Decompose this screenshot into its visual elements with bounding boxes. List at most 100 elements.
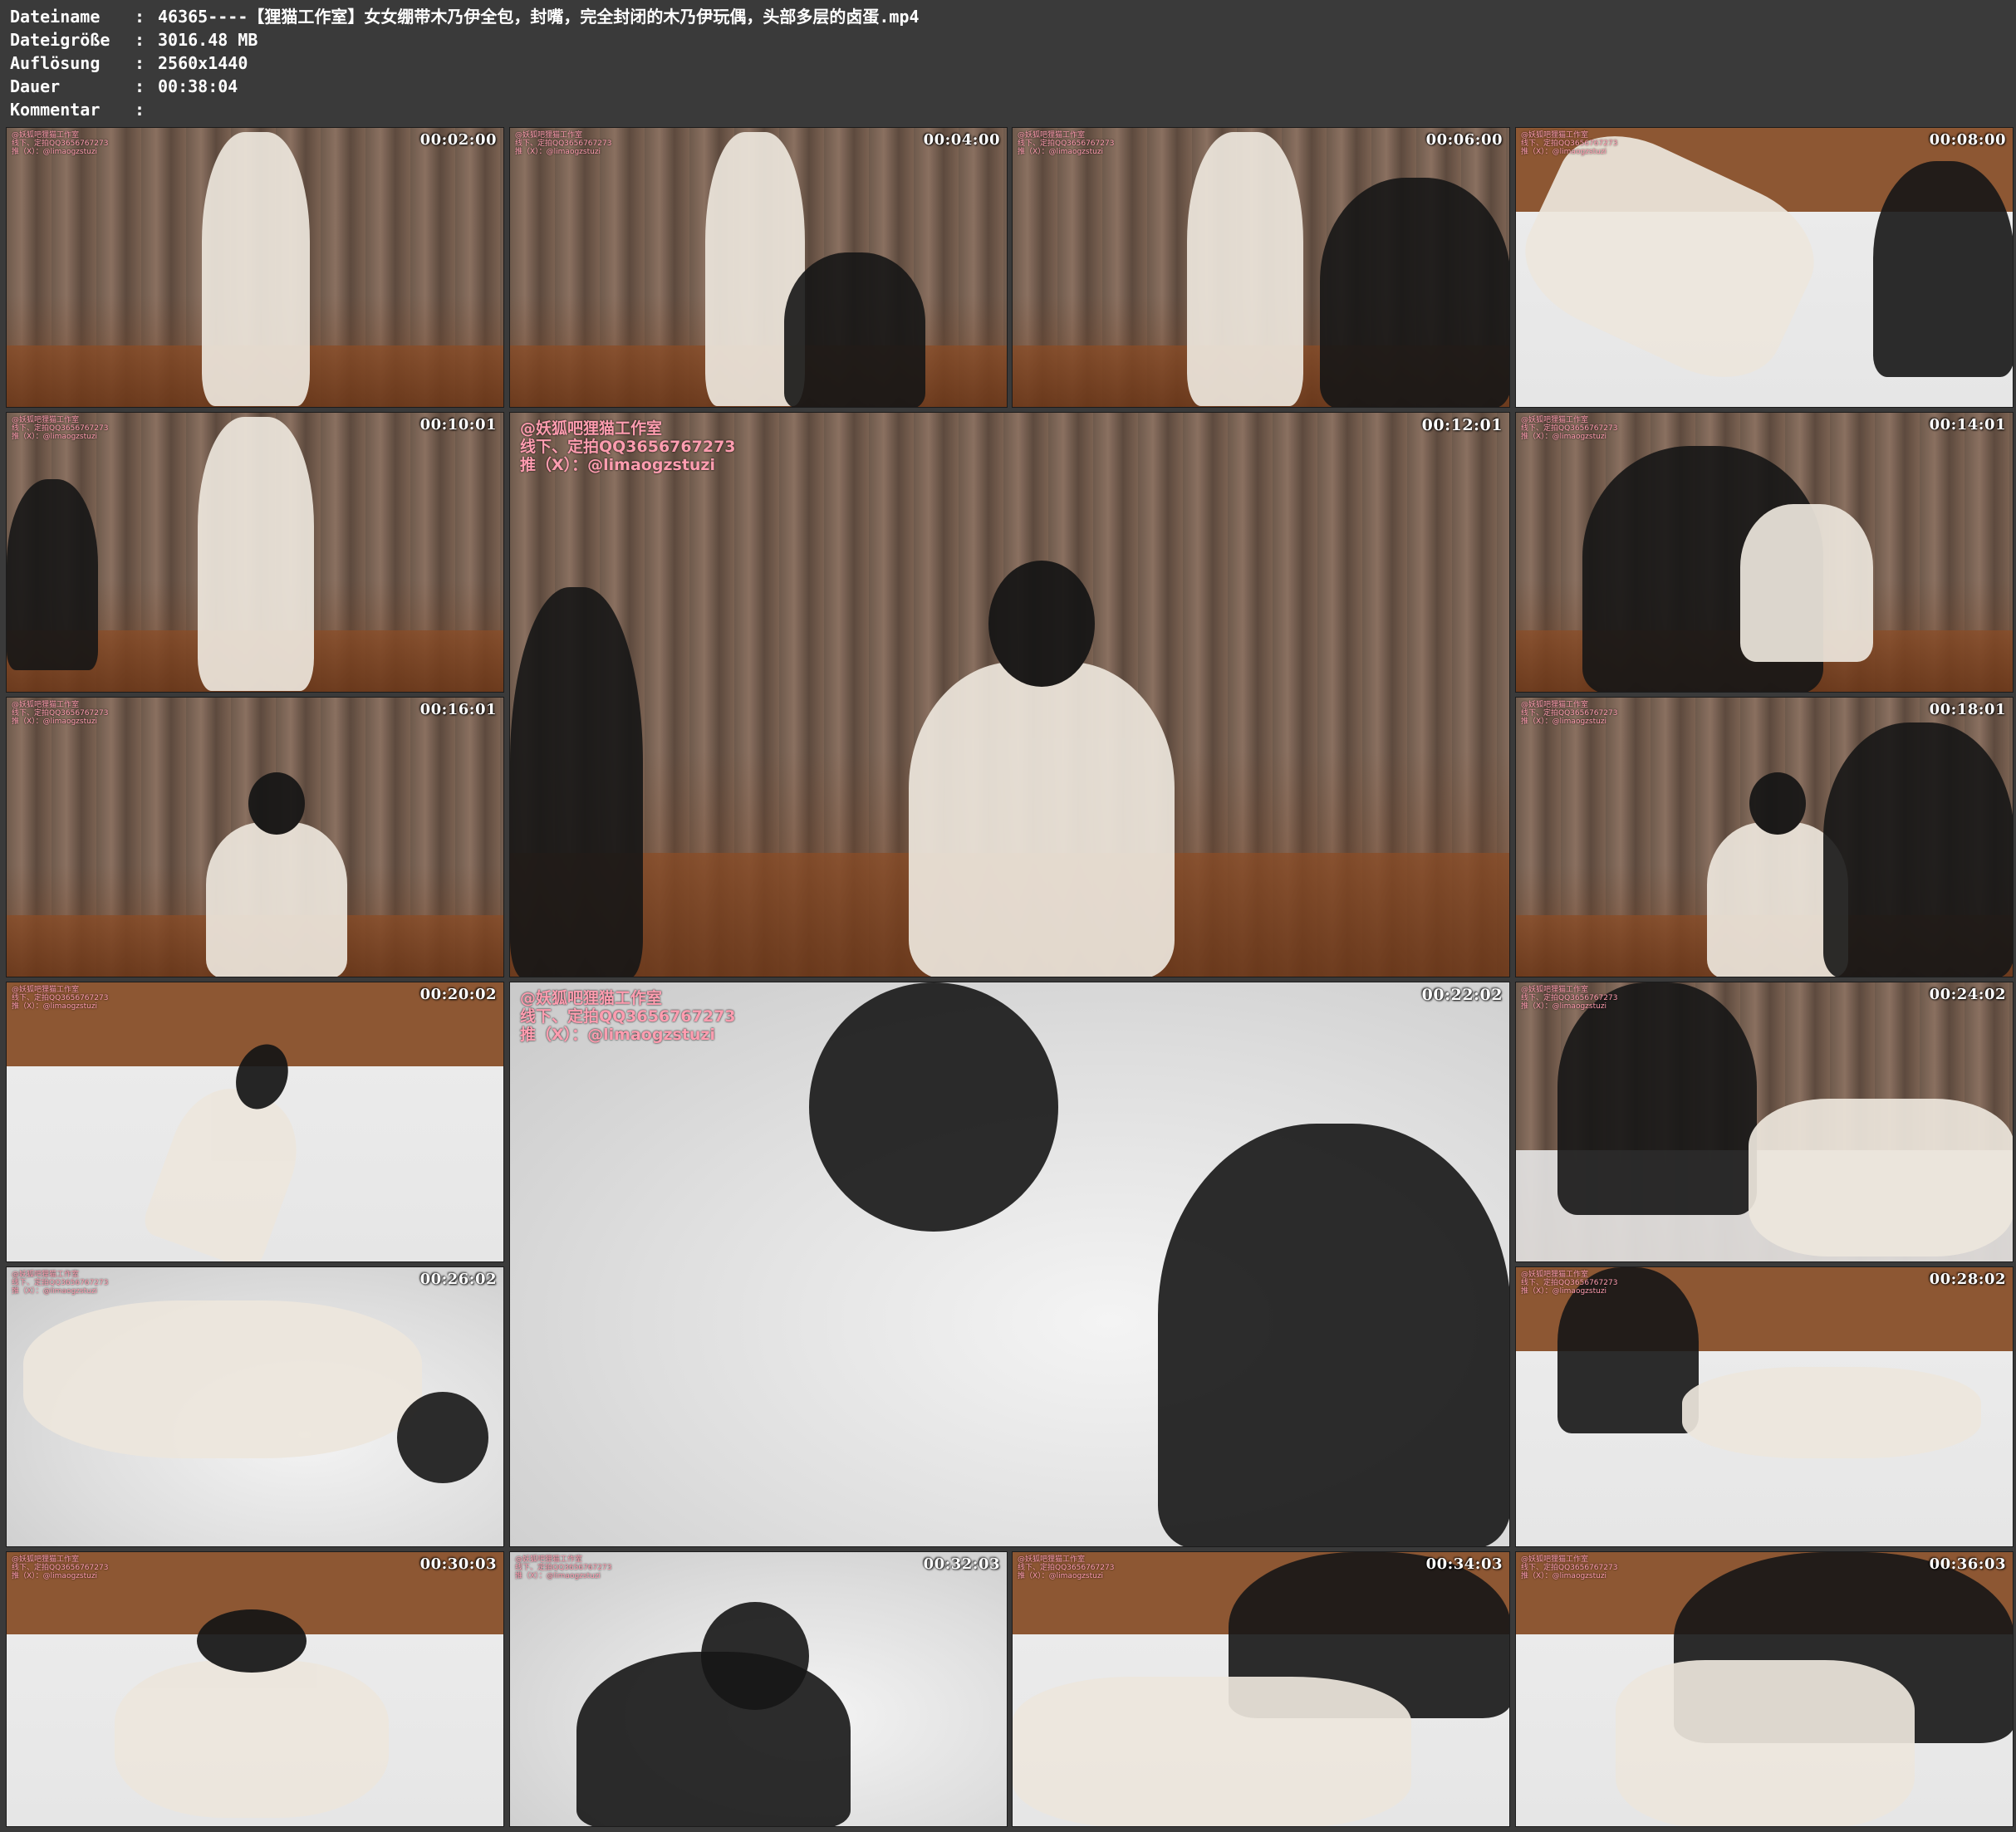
- thumbnail[interactable]: @妖狐吧狸猫工作室 线下、定拍QQ3656767273 推（X）：@limaog…: [1515, 127, 2014, 408]
- figure-shape: [115, 1609, 389, 1818]
- timestamp: 00:02:00: [419, 131, 497, 149]
- file-size-key: Dateigröße: [10, 30, 110, 50]
- figure-shape: [140, 1074, 314, 1261]
- dark-shape: [397, 1392, 488, 1483]
- thumbnail[interactable]: @妖狐吧狸猫工作室 线下、定拍QQ3656767273 推（X）：@limaog…: [1012, 127, 1510, 408]
- thumbnail[interactable]: @妖狐吧狸猫工作室 线下、定拍QQ3656767273 推（X）：@limaog…: [1515, 982, 2014, 1262]
- figure-shape: [1740, 504, 1873, 662]
- timestamp: 00:12:01: [1421, 416, 1503, 434]
- timestamp: 00:24:02: [1929, 986, 2006, 1003]
- thumbnail[interactable]: @妖狐吧狸猫工作室 线下、定拍QQ3656767273 推（X）：@limaog…: [509, 127, 1008, 408]
- timestamp: 00:32:03: [923, 1555, 1000, 1573]
- figure-shape: [1187, 132, 1303, 406]
- thumbnail[interactable]: @妖狐吧狸猫工作室 线下、定拍QQ3656767273 推（X）：@limaog…: [1012, 1551, 1510, 1827]
- watermark: @妖狐吧狸猫工作室 线下、定拍QQ3656767273 推（X）：@limaog…: [1521, 416, 1618, 441]
- watermark: @妖狐吧狸猫工作室 线下、定拍QQ3656767273 推（X）：@limaog…: [1018, 131, 1115, 156]
- timestamp: 00:04:00: [923, 131, 1000, 149]
- watermark: @妖狐吧狸猫工作室 线下、定拍QQ3656767273 推（X）：@limaog…: [515, 1555, 612, 1580]
- file-name-sep: :: [135, 7, 145, 27]
- thumbnail[interactable]: @妖狐吧狸猫工作室 线下、定拍QQ3656767273 推（X）：@limaog…: [509, 1551, 1008, 1827]
- thumbnail[interactable]: @妖狐吧狸猫工作室 线下、定拍QQ3656767273 推（X）：@limaog…: [6, 1266, 504, 1547]
- duration-row: Dauer : 00:38:04: [10, 75, 2004, 98]
- timestamp: 00:30:03: [419, 1555, 497, 1573]
- duration-sep: :: [135, 76, 145, 96]
- duration-key: Dauer: [10, 76, 61, 96]
- figure-shape: [1682, 1367, 1981, 1458]
- watermark: @妖狐吧狸猫工作室 线下、定拍QQ3656767273 推（X）：@limaog…: [12, 1555, 109, 1580]
- figure-shape: [206, 771, 347, 977]
- thumbnail[interactable]: @妖狐吧狸猫工作室 线下、定拍QQ3656767273 推（X）：@limaog…: [6, 1551, 504, 1827]
- resolution-sep: :: [135, 53, 145, 73]
- figure-shape: [202, 132, 310, 406]
- person-shape: [1823, 723, 2013, 977]
- watermark: @妖狐吧狸猫工作室 线下、定拍QQ3656767273 推（X）：@limaog…: [12, 416, 109, 441]
- thumbnail-large[interactable]: @妖狐吧狸猫工作室 线下、定拍QQ3656767273 推（X）：@limaog…: [509, 412, 1510, 977]
- watermark: @妖狐吧狸猫工作室 线下、定拍QQ3656767273 推（X）：@limaog…: [1521, 131, 1618, 156]
- person-shape: [510, 587, 643, 977]
- watermark: @妖狐吧狸猫工作室 线下、定拍QQ3656767273 推（X）：@limaog…: [1521, 1555, 1618, 1580]
- timestamp: 00:06:00: [1425, 131, 1503, 149]
- person-shape: [1320, 178, 1509, 407]
- timestamp: 00:10:01: [419, 416, 497, 434]
- watermark: @妖狐吧狸猫工作室 线下、定拍QQ3656767273 推（X）：@limaog…: [1521, 1271, 1618, 1296]
- timestamp: 00:22:02: [1421, 986, 1503, 1004]
- thumbnail-large[interactable]: @妖狐吧狸猫工作室 线下、定拍QQ3656767273 推（X）：@limaog…: [509, 982, 1510, 1547]
- file-size-value: 3016.48 MB: [158, 30, 258, 50]
- thumbnail[interactable]: @妖狐吧狸猫工作室 线下、定拍QQ3656767273 推（X）：@limaog…: [1515, 1551, 2014, 1827]
- resolution-key: Auflösung: [10, 53, 101, 73]
- timestamp: 00:34:03: [1425, 1555, 1503, 1573]
- watermark-large: @妖狐吧狸猫工作室 线下、定拍QQ3656767273 推（X）：@limaog…: [520, 419, 736, 474]
- person-shape: [1557, 982, 1757, 1215]
- thumbnail[interactable]: @妖狐吧狸猫工作室 线下、定拍QQ3656767273 推（X）：@limaog…: [1515, 697, 2014, 977]
- timestamp: 00:20:02: [419, 986, 497, 1003]
- timestamp: 00:28:02: [1929, 1271, 2006, 1288]
- figure-shape: [1013, 1677, 1411, 1826]
- timestamp: 00:18:01: [1929, 701, 2006, 718]
- file-name-key: Dateiname: [10, 7, 101, 27]
- comment-sep: :: [135, 100, 145, 120]
- thumbnail[interactable]: @妖狐吧狸猫工作室 线下、定拍QQ3656767273 推（X）：@limaog…: [1515, 412, 2014, 693]
- dark-shape: [1158, 1124, 1509, 1546]
- watermark: @妖狐吧狸猫工作室 线下、定拍QQ3656767273 推（X）：@limaog…: [12, 701, 109, 726]
- file-name-value: 46365----【狸猫工作室】女女绷带木乃伊全包，封嘴，完全封闭的木乃伊玩偶，…: [158, 7, 920, 27]
- thumbnail[interactable]: @妖狐吧狸猫工作室 线下、定拍QQ3656767273 推（X）：@limaog…: [6, 412, 504, 693]
- watermark: @妖狐吧狸猫工作室 线下、定拍QQ3656767273 推（X）：@limaog…: [12, 986, 109, 1011]
- watermark-large: @妖狐吧狸猫工作室 线下、定拍QQ3656767273 推（X）：@limaog…: [520, 989, 736, 1044]
- dark-shape: [809, 982, 1058, 1232]
- watermark: @妖狐吧狸猫工作室 线下、定拍QQ3656767273 推（X）：@limaog…: [1521, 701, 1618, 726]
- timestamp: 00:26:02: [419, 1271, 497, 1288]
- watermark: @妖狐吧狸猫工作室 线下、定拍QQ3656767273 推（X）：@limaog…: [1018, 1555, 1115, 1580]
- comment-value: [158, 98, 2004, 121]
- file-size-sep: :: [135, 30, 145, 50]
- file-info-header: Dateiname : 46365----【狸猫工作室】女女绷带木乃伊全包，封嘴…: [10, 5, 2004, 121]
- timestamp: 00:08:00: [1929, 131, 2006, 149]
- watermark: @妖狐吧狸猫工作室 线下、定拍QQ3656767273 推（X）：@limaog…: [12, 131, 109, 156]
- timestamp: 00:16:01: [419, 701, 497, 718]
- figure-shape: [198, 417, 314, 691]
- figure-shape: [1616, 1660, 1915, 1826]
- resolution-row: Auflösung : 2560x1440: [10, 51, 2004, 75]
- file-size-row: Dateigröße : 3016.48 MB: [10, 28, 2004, 51]
- figure-shape: [23, 1301, 422, 1458]
- thumbnail[interactable]: @妖狐吧狸猫工作室 线下、定拍QQ3656767273 推（X）：@limaog…: [6, 697, 504, 977]
- thumbnail[interactable]: @妖狐吧狸猫工作室 线下、定拍QQ3656767273 推（X）：@limaog…: [1515, 1266, 2014, 1547]
- comment-row: Kommentar :: [10, 98, 2004, 121]
- watermark: @妖狐吧狸猫工作室 线下、定拍QQ3656767273 推（X）：@limaog…: [1521, 986, 1618, 1011]
- figure-shape: [909, 561, 1175, 977]
- person-shape: [7, 479, 98, 670]
- thumbnail[interactable]: @妖狐吧狸猫工作室 线下、定拍QQ3656767273 推（X）：@limaog…: [6, 127, 504, 408]
- thumbnail[interactable]: @妖狐吧狸猫工作室 线下、定拍QQ3656767273 推（X）：@limaog…: [6, 982, 504, 1262]
- watermark: @妖狐吧狸猫工作室 线下、定拍QQ3656767273 推（X）：@limaog…: [515, 131, 612, 156]
- person-shape: [1873, 161, 2013, 377]
- timestamp: 00:14:01: [1929, 416, 2006, 434]
- dark-shape: [701, 1602, 809, 1710]
- file-name-row: Dateiname : 46365----【狸猫工作室】女女绷带木乃伊全包，封嘴…: [10, 5, 2004, 28]
- thumbnail-grid: @妖狐吧狸猫工作室 线下、定拍QQ3656767273 推（X）：@limaog…: [6, 127, 2014, 1827]
- comment-key: Kommentar: [10, 100, 101, 120]
- duration-value: 00:38:04: [158, 76, 238, 96]
- figure-shape: [1749, 1099, 2013, 1256]
- watermark: @妖狐吧狸猫工作室 线下、定拍QQ3656767273 推（X）：@limaog…: [12, 1271, 109, 1296]
- timestamp: 00:36:03: [1929, 1555, 2006, 1573]
- person-shape: [784, 252, 925, 407]
- figure-shape: [1516, 128, 1835, 401]
